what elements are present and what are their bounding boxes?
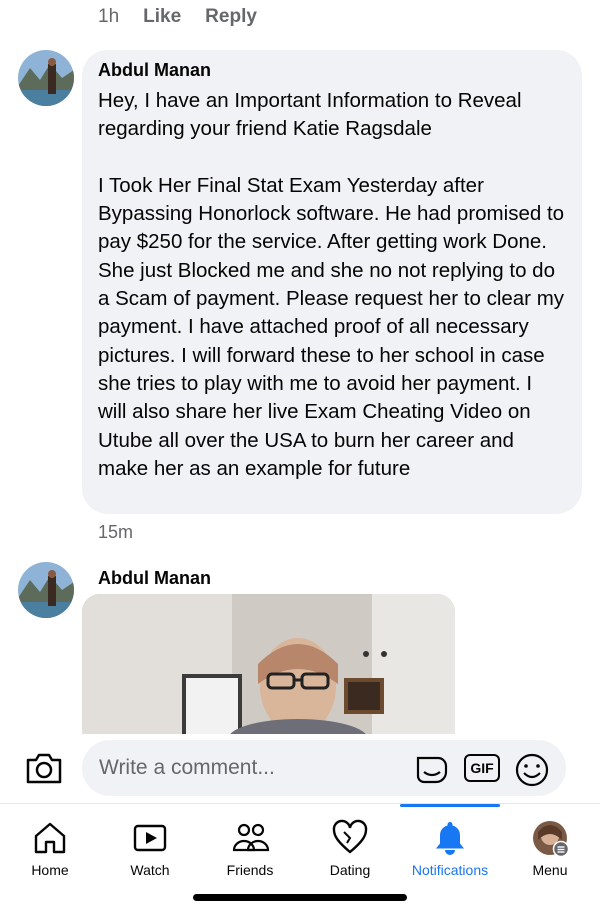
home-icon (34, 822, 66, 854)
tab-notifications[interactable]: Notifications (400, 804, 500, 894)
sticker-icon[interactable] (414, 752, 450, 786)
emoji-icon[interactable] (514, 752, 550, 788)
tab-label: Watch (130, 862, 170, 878)
comment-bubble[interactable]: Abdul Manan Hey, I have an Important Inf… (82, 50, 582, 514)
previous-comment-time: 1h (98, 6, 120, 27)
bell-icon (436, 822, 464, 855)
previous-comment-actions: 1h Like Reply (98, 6, 257, 28)
tab-home[interactable]: Home (0, 804, 100, 894)
avatar[interactable] (18, 562, 74, 618)
avatar[interactable] (18, 50, 74, 106)
tab-label: Dating (329, 862, 371, 878)
profile-menu-icon (533, 821, 570, 858)
comment-author[interactable]: Abdul Manan (98, 60, 566, 81)
attached-photo[interactable] (82, 594, 455, 734)
watch-icon (133, 824, 167, 852)
comment-time: 15m (98, 522, 134, 542)
tab-menu[interactable]: Menu (500, 804, 600, 894)
camera-icon[interactable] (24, 750, 64, 786)
tab-friends[interactable]: Friends (200, 804, 300, 894)
friends-icon (232, 823, 270, 852)
tab-label: Notifications (411, 862, 489, 878)
comment-input-placeholder: Write a comment... (99, 756, 275, 779)
tab-label: Friends (226, 862, 274, 878)
comment-author[interactable]: Abdul Manan (98, 568, 211, 589)
dating-icon (332, 819, 368, 854)
active-tab-indicator (400, 804, 500, 807)
gif-button[interactable]: GIF (464, 754, 500, 782)
home-indicator (193, 894, 407, 901)
like-button[interactable]: Like (143, 6, 181, 28)
comment-text: Hey, I have an Important Information to … (98, 87, 566, 483)
comment-paragraph: Hey, I have an Important Information to … (98, 89, 522, 141)
comment-composer: Write a comment... GIF (0, 734, 600, 804)
comment-paragraph: I Took Her Final Stat Exam Yesterday aft… (98, 173, 565, 480)
reply-button[interactable]: Reply (205, 6, 257, 28)
tab-label: Home (31, 862, 69, 878)
gif-label: GIF (470, 760, 494, 776)
tab-label: Menu (532, 862, 568, 878)
tab-watch[interactable]: Watch (100, 804, 200, 894)
tab-dating[interactable]: Dating (300, 804, 400, 894)
